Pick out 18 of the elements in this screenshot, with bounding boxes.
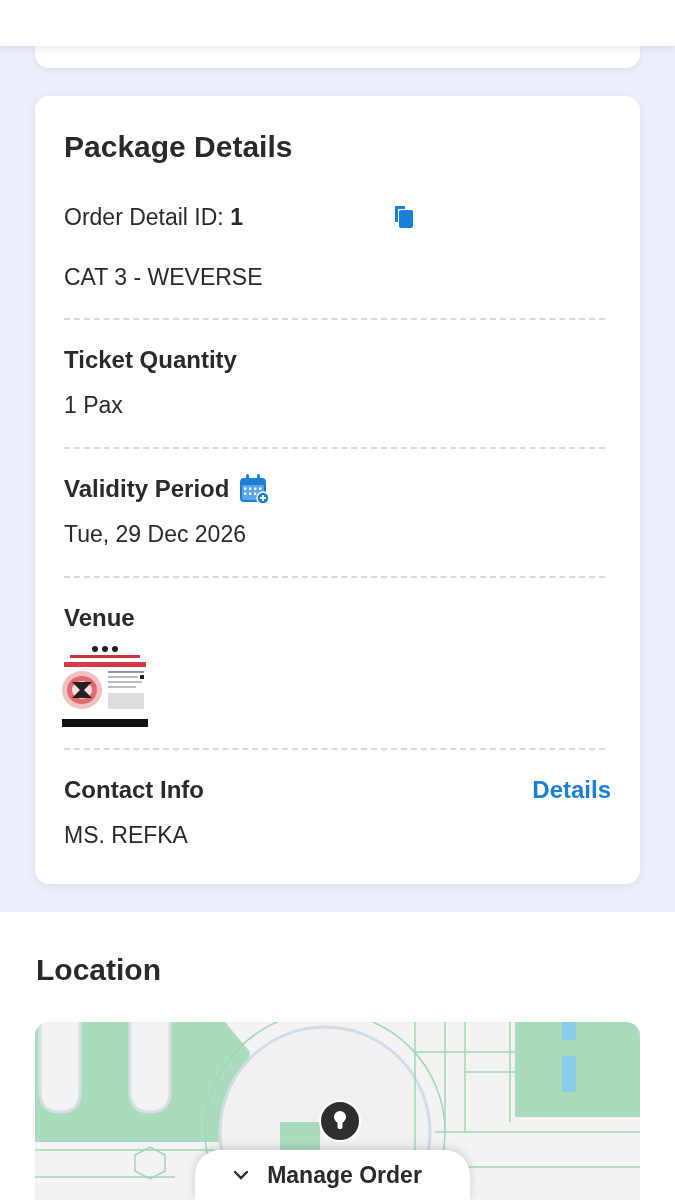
copy-icon[interactable] — [392, 206, 413, 228]
card-title: Package Details — [64, 129, 294, 165]
chevron-down-icon — [233, 1170, 250, 1180]
order-detail-id: Order Detail ID: 1 — [64, 203, 243, 232]
section-label: Contact Info — [64, 775, 204, 805]
section-label: Ticket Quantity — [64, 345, 237, 375]
section-label: Validity Period — [64, 474, 230, 504]
package-name: CAT 3 - WEVERSE — [64, 263, 264, 292]
calendar-icon — [239, 474, 270, 504]
seat-plan-drawing[interactable] — [62, 645, 148, 729]
location-pin-icon[interactable] — [319, 1100, 361, 1142]
manage-order-button[interactable]: Manage Order — [195, 1150, 470, 1200]
section-title: Location — [36, 952, 162, 988]
section-value: 1 Pax — [64, 391, 123, 420]
section-label: Venue — [64, 603, 135, 633]
details-link[interactable]: Details — [532, 775, 611, 805]
section-value: Tue, 29 Dec 2026 — [64, 520, 246, 549]
section-value: MS. REFKA — [64, 821, 188, 850]
